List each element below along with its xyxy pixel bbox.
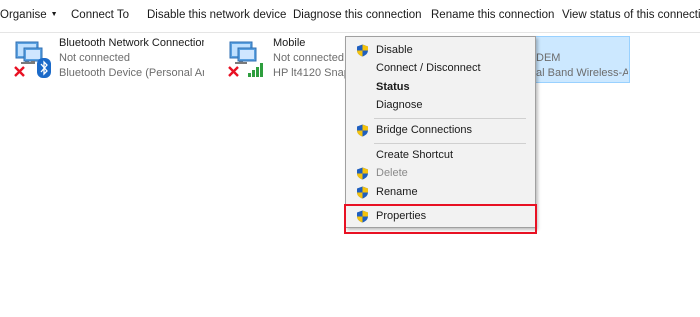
organise-menu[interactable]: Organise ▼ — [0, 9, 58, 21]
disable-device-button[interactable]: Disable this network device — [147, 9, 286, 21]
bluetooth-icon — [37, 58, 51, 78]
menu-item-diagnose[interactable]: Diagnose — [346, 96, 535, 115]
menu-item-label: Create Shortcut — [376, 149, 454, 161]
rename-connection-button[interactable]: Rename this connection — [431, 9, 554, 21]
menu-item-label: Connect / Disconnect — [376, 62, 481, 74]
connection-device: al Band Wireless-A... — [536, 67, 628, 79]
connection-status: Not connected — [273, 52, 344, 64]
menu-item-label: Diagnose — [376, 99, 423, 111]
connection-status: Not connected — [59, 52, 130, 64]
connection-name: DEM — [536, 52, 561, 64]
chevron-down-icon: ▼ — [50, 11, 58, 18]
shield-icon — [357, 167, 368, 180]
connection-name: Bluetooth Network Connection — [59, 37, 204, 49]
menu-item-create-shortcut[interactable]: Create Shortcut — [346, 146, 535, 165]
disconnected-x-icon — [14, 66, 25, 77]
connection-name: Mobile — [273, 37, 306, 49]
shield-icon — [357, 44, 368, 57]
menu-item-label: Status — [376, 81, 410, 93]
menu-item-delete: Delete — [346, 164, 535, 183]
menu-item-bridge-connections[interactable]: Bridge Connections — [346, 121, 535, 140]
context-menu: Disable Connect / Disconnect Status Diag… — [345, 36, 536, 228]
organise-label: Organise — [0, 9, 47, 21]
menu-item-label: Rename — [376, 186, 418, 198]
shield-icon — [357, 186, 368, 199]
menu-item-rename[interactable]: Rename — [346, 183, 535, 202]
menu-separator — [374, 118, 526, 119]
connection-device: Bluetooth Device (Personal Ar... — [59, 67, 204, 79]
menu-separator — [374, 143, 526, 144]
connect-to-button[interactable]: Connect To — [71, 9, 129, 21]
properties-highlight-box — [344, 204, 537, 234]
menu-item-label: Disable — [376, 44, 413, 56]
command-bar: Organise ▼ Connect To Disable this networ… — [0, 0, 700, 33]
connection-device: HP lt4120 Snapd — [273, 67, 346, 79]
connection-item-mobile[interactable]: Mobile Not connected HP lt4120 Snapd — [226, 36, 346, 82]
disconnected-x-icon — [228, 66, 239, 77]
view-status-button[interactable]: View status of this connection — [562, 9, 700, 21]
menu-item-label: Bridge Connections — [376, 124, 473, 136]
connection-item-bluetooth[interactable]: Bluetooth Network Connection Not connect… — [12, 36, 204, 82]
diagnose-connection-button[interactable]: Diagnose this connection — [293, 9, 422, 21]
signal-bars-icon — [248, 63, 263, 77]
shield-icon — [357, 124, 368, 137]
menu-item-disable[interactable]: Disable — [346, 41, 535, 60]
menu-item-label: Delete — [376, 167, 408, 179]
menu-item-status[interactable]: Status — [346, 78, 535, 97]
menu-item-connect-disconnect[interactable]: Connect / Disconnect — [346, 59, 535, 78]
